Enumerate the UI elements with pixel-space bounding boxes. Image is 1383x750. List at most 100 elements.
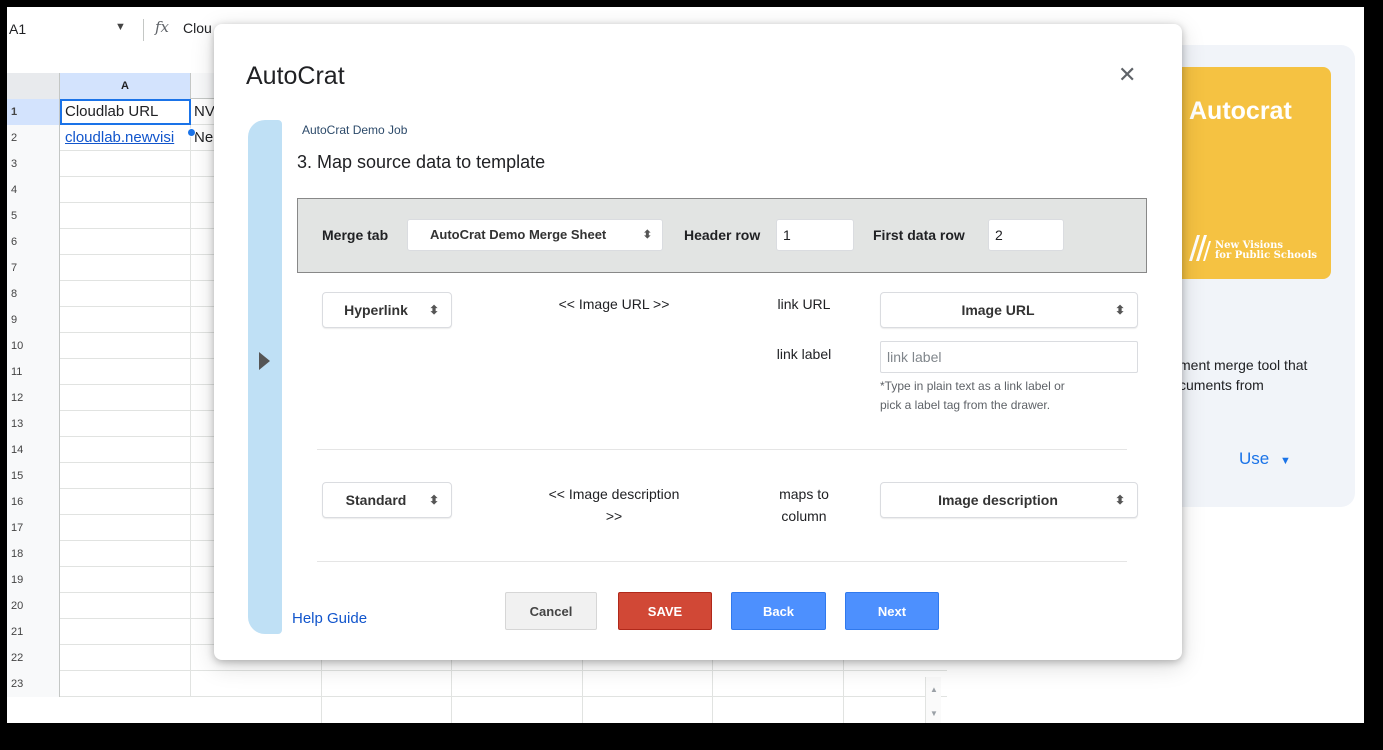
brand-title: Autocrat [1189, 97, 1292, 125]
name-box-ref: A1 [9, 21, 27, 37]
row-header[interactable]: 10 [7, 333, 60, 359]
row-header[interactable]: 6 [7, 229, 60, 255]
merge-settings-bar: Merge tab AutoCrat Demo Merge Sheet ⬍ He… [297, 198, 1147, 273]
merge-tab-select[interactable]: AutoCrat Demo Merge Sheet ⬍ [407, 219, 663, 251]
cancel-button[interactable]: Cancel [505, 592, 597, 630]
row-header[interactable]: 9 [7, 307, 60, 333]
merge-tag-line1: << Image description [548, 486, 680, 502]
row-header[interactable]: 19 [7, 567, 60, 593]
scroll-up-icon[interactable]: ▲ [930, 685, 938, 694]
maps-to-line2: column [781, 508, 827, 524]
row-header[interactable]: 22 [7, 645, 60, 671]
new-visions-logo-icon [1189, 235, 1211, 261]
merge-tag: << Image URL >> [558, 296, 670, 312]
cell[interactable] [60, 593, 191, 619]
cell[interactable] [60, 645, 191, 671]
row-header[interactable]: 18 [7, 541, 60, 567]
link-label-input[interactable]: link label [880, 341, 1138, 373]
column-value: Image description [938, 492, 1058, 508]
row-header[interactable]: 13 [7, 411, 60, 437]
row-header[interactable]: 7 [7, 255, 60, 281]
row-header[interactable]: 14 [7, 437, 60, 463]
toolbar-divider [143, 19, 144, 41]
updown-arrows-icon: ⬍ [428, 493, 439, 507]
cell[interactable] [60, 255, 191, 281]
updown-arrows-icon: ⬍ [1114, 303, 1125, 317]
link-label-hint: *Type in plain text as a link label or p… [880, 377, 1065, 415]
mapping-type-select[interactable]: Hyperlink ⬍ [322, 292, 452, 328]
column-select[interactable]: Image description ⬍ [880, 482, 1138, 518]
cell[interactable] [60, 177, 191, 203]
cell[interactable] [60, 333, 191, 359]
row-header[interactable]: 21 [7, 619, 60, 645]
addon-description-line2: cuments from [1179, 377, 1264, 393]
row-header[interactable]: 23 [7, 671, 60, 697]
help-guide-link[interactable]: Help Guide [292, 610, 367, 627]
next-button[interactable]: Next [845, 592, 939, 630]
formula-bar[interactable]: Clou [183, 20, 212, 36]
cell[interactable] [60, 567, 191, 593]
row-header[interactable]: 8 [7, 281, 60, 307]
header-row-input[interactable]: 1 [776, 219, 854, 251]
addon-description: ment merge tool that cuments from [1179, 355, 1359, 395]
addon-description-line1: ment merge tool that [1179, 357, 1308, 373]
tag-drawer-toggle[interactable] [248, 120, 282, 634]
cell[interactable] [60, 619, 191, 645]
row-header[interactable]: 20 [7, 593, 60, 619]
cell[interactable] [60, 203, 191, 229]
merge-tab-value: AutoCrat Demo Merge Sheet [430, 227, 607, 242]
hint-line1: *Type in plain text as a link label or [880, 379, 1065, 393]
cell[interactable] [60, 541, 191, 567]
row-header[interactable]: 17 [7, 515, 60, 541]
hint-line2: pick a label tag from the drawer. [880, 398, 1051, 412]
cell[interactable] [60, 463, 191, 489]
scroll-down-icon[interactable]: ▼ [930, 709, 938, 718]
chevron-down-icon[interactable]: ▼ [115, 21, 126, 33]
link-url-column-select[interactable]: Image URL ⬍ [880, 292, 1138, 328]
save-button[interactable]: SAVE [618, 592, 712, 630]
row-header[interactable]: 15 [7, 463, 60, 489]
use-button[interactable]: Use ▼ [1239, 449, 1291, 469]
autocrat-brand-card: Autocrat New Visions for Public Schools [1169, 67, 1331, 279]
cell[interactable] [60, 307, 191, 333]
cell-a2[interactable]: cloudlab.newvisi [60, 125, 191, 151]
name-box[interactable]: A1 ▼ [7, 7, 137, 49]
first-data-row-input[interactable]: 2 [988, 219, 1064, 251]
cell[interactable] [60, 281, 191, 307]
row-header[interactable]: 3 [7, 151, 60, 177]
close-icon[interactable]: ✕ [1118, 64, 1136, 86]
cell[interactable] [60, 671, 191, 697]
row-header[interactable]: 5 [7, 203, 60, 229]
row-header[interactable]: 4 [7, 177, 60, 203]
cell[interactable] [60, 515, 191, 541]
column-header-a[interactable]: A [60, 73, 191, 99]
row-header[interactable]: 11 [7, 359, 60, 385]
cell-a1[interactable]: Cloudlab URL [60, 99, 191, 125]
link-url-label: link URL [777, 296, 831, 312]
merge-tag-line2: >> [605, 508, 623, 524]
divider [317, 449, 1127, 450]
function-icon: fx [155, 18, 170, 36]
link-label-label: link label [776, 346, 832, 362]
caret-down-icon: ▼ [1279, 455, 1291, 467]
updown-arrows-icon: ⬍ [1114, 493, 1125, 507]
cell[interactable] [60, 411, 191, 437]
step-title: 3. Map source data to template [297, 152, 546, 172]
merge-tab-label: Merge tab [322, 227, 389, 243]
cell[interactable] [60, 437, 191, 463]
row-header[interactable]: 1 [7, 99, 60, 125]
cell[interactable] [60, 151, 191, 177]
back-button[interactable]: Back [731, 592, 826, 630]
row-header[interactable]: 2 [7, 125, 60, 151]
cell[interactable] [60, 359, 191, 385]
row-header[interactable]: 12 [7, 385, 60, 411]
cell[interactable] [60, 489, 191, 515]
vertical-scrollbar[interactable]: ▲ ▼ [925, 677, 941, 723]
cell[interactable] [60, 229, 191, 255]
mapping-type-select[interactable]: Standard ⬍ [322, 482, 452, 518]
table-row: 23 [7, 671, 947, 697]
cell[interactable] [60, 385, 191, 411]
selection-fill-handle[interactable] [187, 128, 196, 137]
row-header[interactable]: 16 [7, 489, 60, 515]
select-all-corner[interactable] [7, 73, 60, 99]
